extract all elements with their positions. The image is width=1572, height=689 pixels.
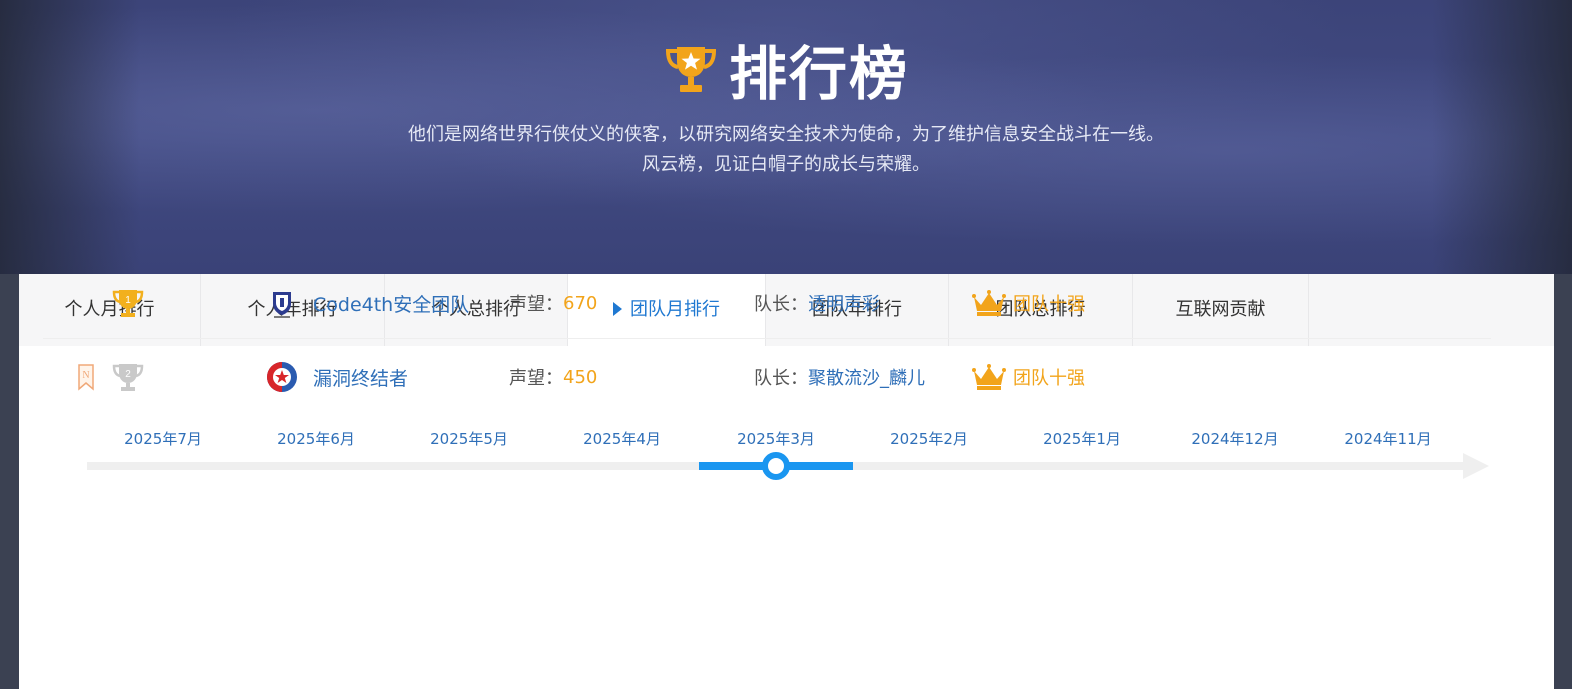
timeline-month[interactable]: 2025年1月 — [1022, 428, 1142, 449]
star-circle-logo-icon — [267, 362, 297, 392]
timeline-month[interactable]: 2024年11月 — [1328, 428, 1448, 449]
crown-icon — [972, 290, 1006, 316]
timeline-month-selected[interactable]: 2025年3月 — [716, 428, 836, 449]
captain-label: 队长： — [754, 368, 808, 389]
crown-icon — [972, 364, 1006, 390]
timeline-knob[interactable] — [762, 452, 790, 480]
team-logo[interactable] — [265, 342, 299, 412]
page-title: 排行榜 — [728, 40, 909, 108]
trophy-icon — [665, 47, 716, 92]
reputation-label: 声望： — [509, 294, 563, 315]
reputation: 声望： 450 — [509, 342, 597, 412]
month-timeline: 2025年7月 2025年6月 2025年5月 2025年4月 2025年3月 … — [19, 424, 1554, 484]
bookmark-flag-icon: N — [78, 364, 94, 391]
top-ten-badge: 团队十强 — [971, 342, 1085, 412]
timeline-month[interactable]: 2025年5月 — [409, 428, 529, 449]
rank-1-cup-icon: 1 — [111, 268, 145, 338]
table-row: 1 Code4th安全团队 声望： 670 队长： 透明声彩 团队十强 — [43, 268, 1491, 339]
gold-cup-icon: 1 — [112, 290, 144, 317]
timeline-month[interactable]: 2025年6月 — [256, 428, 376, 449]
captain-label: 队长： — [754, 294, 808, 315]
title-row: 排行榜 — [0, 34, 1572, 108]
captain: 队长： 透明声彩 — [754, 268, 880, 338]
subtitle-line-1: 他们是网络世界行侠仗义的侠客，以研究网络安全技术为使命，为了维护信息安全战斗在一… — [408, 124, 1164, 145]
table-row: N 2 漏洞终结者 声望： 450 队长： 聚散流沙_麟儿 团队十强 — [43, 342, 1491, 412]
timeline-month[interactable]: 2024年12月 — [1175, 428, 1295, 449]
team-name-link[interactable]: 漏洞终结者 — [313, 342, 408, 412]
timeline-month[interactable]: 2025年4月 — [562, 428, 682, 449]
team-name-link[interactable]: Code4th安全团队 — [313, 268, 469, 338]
team-logo[interactable] — [265, 268, 299, 338]
new-flag: N — [76, 342, 96, 412]
reputation-value: 670 — [563, 292, 598, 314]
shield-logo-icon — [273, 292, 291, 318]
captain-link[interactable]: 透明声彩 — [808, 290, 880, 316]
hero-banner: 排行榜 他们是网络世界行侠仗义的侠客，以研究网络安全技术为使命，为了维护信息安全… — [0, 0, 1572, 274]
silver-cup-icon: 2 — [112, 364, 144, 391]
timeline-month[interactable]: 2025年7月 — [103, 428, 223, 449]
reputation-value: 450 — [563, 366, 598, 388]
reputation: 声望： 670 — [509, 268, 597, 338]
badge-label: 团队十强 — [1013, 294, 1085, 315]
timeline-arrow-icon — [1463, 453, 1489, 479]
captain: 队长： 聚散流沙_麟儿 — [754, 342, 925, 412]
captain-link[interactable]: 聚散流沙_麟儿 — [808, 364, 925, 390]
reputation-label: 声望： — [509, 368, 563, 389]
flag-letter: N — [82, 370, 89, 381]
rank-number: 2 — [125, 369, 131, 380]
subtitle-line-2: 风云榜，见证白帽子的成长与荣耀。 — [642, 154, 930, 175]
rank-number: 1 — [125, 295, 131, 306]
badge-label: 团队十强 — [1013, 368, 1085, 389]
rank-2-cup-icon: 2 — [111, 342, 145, 412]
top-ten-badge: 团队十强 — [971, 268, 1085, 338]
timeline-month[interactable]: 2025年2月 — [869, 428, 989, 449]
